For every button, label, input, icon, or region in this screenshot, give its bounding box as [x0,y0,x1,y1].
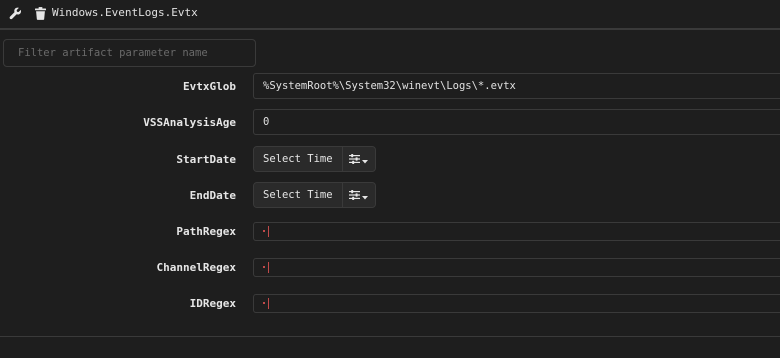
param-row-enddate: EndDate Select Time [0,182,780,210]
regex-value [263,266,265,268]
enddate-picker: Select Time [253,182,376,208]
param-label: VSSAnalysisAge [143,116,236,129]
param-row-vssanalysisage: VSSAnalysisAge 0 [0,109,780,137]
trash-icon[interactable] [33,6,47,20]
startdate-picker: Select Time [253,146,376,172]
param-label: EndDate [189,189,236,202]
idregex-editor[interactable] [253,294,780,313]
param-row-pathregex: PathRegex [0,218,780,246]
text-cursor [268,297,269,309]
filter-parameter-input[interactable] [3,39,256,67]
param-label: IDRegex [189,297,236,310]
channelregex-editor[interactable] [253,258,780,277]
param-label: PathRegex [176,225,236,238]
header-bar: Windows.EventLogs.Evtx [0,0,780,30]
pathregex-editor[interactable] [253,222,780,241]
param-row-channelregex: ChannelRegex [0,254,780,282]
caret-down-icon [362,152,369,167]
select-time-button[interactable]: Select Time [254,183,342,207]
sliders-icon [349,152,361,167]
param-label: StartDate [176,153,236,166]
param-row-idregex: IDRegex [0,290,780,318]
text-cursor [268,225,269,237]
time-options-dropdown[interactable] [341,147,375,171]
wrench-icon[interactable] [8,6,22,20]
text-cursor [268,261,269,273]
evtxglob-input[interactable]: %SystemRoot%\System32\winevt\Logs\*.evtx [253,73,780,99]
select-time-button[interactable]: Select Time [254,147,342,171]
regex-value [263,230,265,232]
param-label: ChannelRegex [156,261,236,274]
artifact-title: Windows.EventLogs.Evtx [52,6,198,19]
sliders-icon [349,188,361,203]
bottom-divider [0,336,780,337]
caret-down-icon [362,188,369,203]
param-row-startdate: StartDate Select Time [0,146,780,174]
param-label: EvtxGlob [183,80,236,93]
vssanalysisage-input[interactable]: 0 [253,109,780,135]
regex-value [263,302,265,304]
param-row-evtxglob: EvtxGlob %SystemRoot%\System32\winevt\Lo… [0,73,780,101]
time-options-dropdown[interactable] [341,183,375,207]
